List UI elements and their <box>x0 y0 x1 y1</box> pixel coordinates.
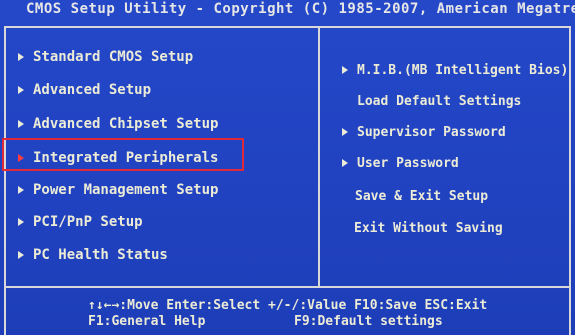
arrow-icon <box>18 86 24 94</box>
arrow-icon <box>18 120 24 128</box>
arrow-icon <box>342 66 348 74</box>
menu-item-advanced-chipset-setup[interactable]: Advanced Chipset Setup <box>18 114 218 134</box>
menu-item-integrated-peripherals[interactable]: Integrated Peripherals <box>18 148 218 168</box>
menu-item-label: Integrated Peripherals <box>33 150 219 166</box>
arrow-icon <box>342 159 348 167</box>
menu-item-standard-cmos-setup[interactable]: Standard CMOS Setup <box>18 47 193 67</box>
menu-item-label: Advanced Setup <box>33 82 152 98</box>
help-default-settings: F9:Default settings <box>294 314 443 329</box>
arrow-icon <box>342 128 348 136</box>
menu-item-user-password[interactable]: User Password <box>342 153 459 173</box>
menu-item-label: User Password <box>357 155 459 171</box>
arrow-icon <box>18 154 24 162</box>
menu-item-pc-health-status[interactable]: PC Health Status <box>18 245 168 265</box>
column-divider <box>318 26 320 288</box>
menu-item-mib[interactable]: M.I.B.(MB Intelligent Bios) <box>342 60 568 80</box>
menu-item-load-default-settings[interactable]: Load Default Settings <box>357 91 521 111</box>
menu-item-advanced-setup[interactable]: Advanced Setup <box>18 80 151 100</box>
menu-item-label: Standard CMOS Setup <box>33 49 194 65</box>
help-general: F1:General Help <box>88 314 206 329</box>
bios-screen: CMOS Setup Utility - Copyright (C) 1985-… <box>0 0 575 335</box>
menu-item-label: Supervisor Password <box>357 124 506 140</box>
arrow-icon <box>18 53 24 61</box>
menu-item-label: Save & Exit Setup <box>355 188 489 204</box>
menu-item-label: Exit Without Saving <box>354 220 503 236</box>
menu-item-exit-without-saving[interactable]: Exit Without Saving <box>354 218 503 238</box>
menu-item-label: PCI/PnP Setup <box>33 214 143 230</box>
menu-item-save-exit-setup[interactable]: Save & Exit Setup <box>355 186 488 206</box>
arrow-icon <box>18 218 24 226</box>
arrow-icon <box>18 251 24 259</box>
menu-item-label: Advanced Chipset Setup <box>33 116 219 132</box>
menu-item-pci-pnp-setup[interactable]: PCI/PnP Setup <box>18 212 143 232</box>
menu-item-label: Load Default Settings <box>357 93 522 109</box>
menu-item-label: M.I.B.(MB Intelligent Bios) <box>357 62 569 78</box>
menu-item-label: PC Health Status <box>33 247 168 263</box>
menu-item-label: Power Management Setup <box>33 182 219 198</box>
arrow-icon <box>18 186 24 194</box>
menu-item-supervisor-password[interactable]: Supervisor Password <box>342 122 506 142</box>
help-keys-row-1: ↑↓←→:Move Enter:Select +/-/:Value F10:Sa… <box>88 298 488 313</box>
menu-item-power-management-setup[interactable]: Power Management Setup <box>18 180 218 200</box>
